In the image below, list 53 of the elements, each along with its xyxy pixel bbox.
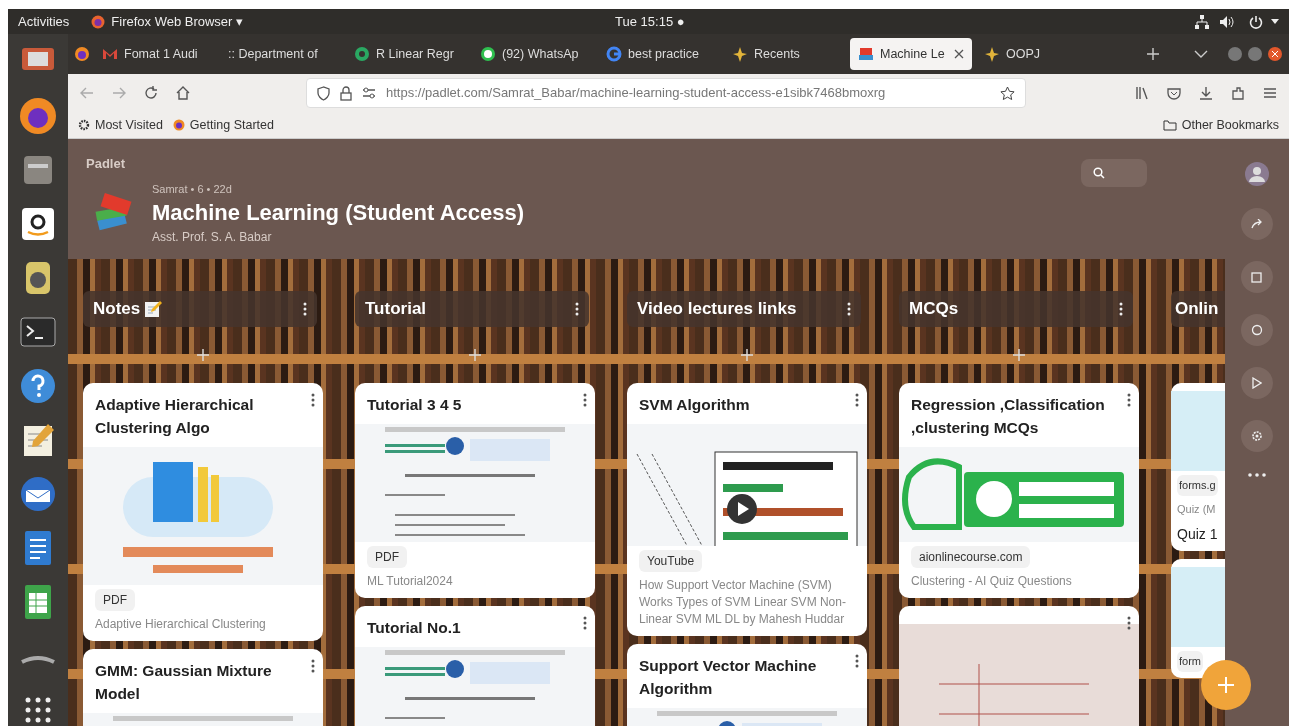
post-title: Regression ,Classification ,clustering MCQs [911, 395, 1106, 438]
browser-tab[interactable]: (92) WhatsAp [472, 38, 594, 70]
url-text: https://padlet.com/Samrat_Babar/machine-learning-student-access-e1sibk7468bmoxrg [386, 84, 887, 103]
post-caption: How Support Vector Machine (SVM) Works Types of SVM Linear SVM Non-Linear SVM ML DL by Mahesh Huddar [639, 577, 847, 628]
browser-tab[interactable]: R Linear Regr [346, 38, 468, 70]
column-title: Tutorial [365, 298, 427, 321]
post-card[interactable]: Tutorial No.1 [355, 606, 595, 726]
post-card[interactable]: Adaptive Hierarchical Clustering Algo PDF Adaptive Hierarchical Clustering [83, 383, 323, 641]
browser-tab[interactable]: Fomat 1 Audi [94, 38, 216, 70]
browser-tab[interactable]: best practice [598, 38, 720, 70]
board-subtitle: Asst. Prof. S. A. Babar [152, 228, 273, 246]
post-title: Adaptive Hierarchical Clustering Algo [95, 395, 255, 438]
post-title: SVM Algorithm [639, 395, 751, 415]
column-title: Notes [93, 298, 141, 321]
column-title: Video lectures links [637, 298, 797, 321]
bookmark-link[interactable]: Most Visited [78, 115, 163, 135]
post-title: Quiz 1 [1177, 525, 1219, 544]
padlet-logo-text[interactable]: Padlet [86, 154, 125, 174]
post-caption: Adaptive Hierarchical Clustering [95, 616, 267, 633]
post-title: Support Vector Machine Algorithm [639, 656, 818, 699]
post-card[interactable]: Regression ,Classification ,clustering MCQs aionlinecourse.com Clustering - AI Quiz Questions [899, 383, 1139, 598]
post-card[interactable]: Tutorial 3 4 5 PDF ML Tutorial2024 [355, 383, 595, 598]
column-title: Onlin [1175, 298, 1219, 321]
post-card[interactable]: SVM Algorithm YouTube How Support Vector Machine (SVM) Works Types of SVM Linear SVM Non-Linear SVM ML DL by Mahesh Huddar [627, 383, 867, 636]
post-caption: ML Tutorial2024 [367, 573, 454, 590]
attachment-label: forms.g [1177, 475, 1218, 496]
post-title: GMM: Gaussian Mixture Model [95, 661, 273, 704]
address-bar[interactable]: https://padlet.com/Samrat_Babar/machine-learning-student-access-e1sibk7468bmoxrg [306, 78, 1026, 108]
post-caption: Quiz (M [1177, 502, 1217, 517]
post-title: Tutorial 3 4 5 [367, 395, 463, 415]
post-title: Tutorial No.1 [367, 618, 462, 638]
activities-button[interactable]: Activities [18, 11, 70, 32]
browser-tab[interactable]: Machine Le [850, 38, 972, 70]
other-bookmarks-link[interactable]: Other Bookmarks [1162, 115, 1279, 135]
post-caption: Clustering - AI Quiz Questions [911, 573, 1073, 590]
attachment-label: PDF [95, 589, 135, 611]
browser-tab[interactable]: Recents [724, 38, 846, 70]
post-card[interactable]: Support Vector Machine Algorithm [627, 644, 867, 726]
attachment-label: form [1177, 651, 1203, 672]
browser-tab[interactable]: OOPJ [976, 38, 1098, 70]
attachment-label: YouTube [639, 550, 703, 572]
clock[interactable]: Tue 15:15 ● [615, 11, 685, 32]
post-card[interactable]: GMM: Gaussian Mixture Model [83, 649, 323, 726]
board-meta: Samrat • 6 • 22d [152, 182, 233, 197]
attachment-label: PDF [367, 546, 407, 568]
bookmark-link[interactable]: Getting Started [172, 115, 274, 135]
app-menu[interactable]: Firefox Web Browser ▾ [111, 11, 244, 32]
board-title: Machine Learning (Student Access) [152, 198, 525, 227]
post-card[interactable]: form [1171, 559, 1225, 678]
attachment-label: aionlinecourse.com [911, 546, 1031, 568]
column-title: MCQs [909, 298, 959, 321]
browser-tab[interactable]: :: Department of [220, 38, 342, 70]
post-card[interactable]: forms.g Quiz (M Quiz 1 [1171, 383, 1225, 551]
